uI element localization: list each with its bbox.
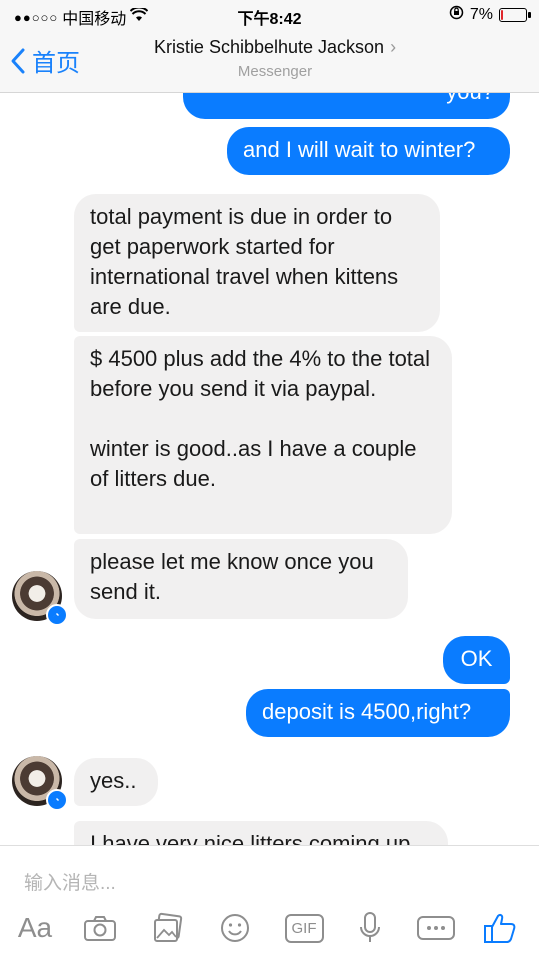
composer: 输入消息... Aa GIF bbox=[0, 845, 539, 961]
message-list[interactable]: you? and I will wait to winter? total pa… bbox=[0, 93, 539, 845]
message-outgoing[interactable]: OK bbox=[443, 636, 510, 684]
gif-label: GIF bbox=[291, 919, 317, 937]
battery-icon bbox=[499, 8, 531, 22]
gif-box: GIF bbox=[284, 913, 324, 943]
message-outgoing[interactable]: and I will wait to winter? bbox=[227, 127, 510, 175]
contact-name-button[interactable]: Kristie Schibbelhute Jackson › bbox=[130, 37, 420, 58]
message-incoming[interactable]: please let me know once you send it. bbox=[74, 539, 408, 619]
conversation-header: 首页 Kristie Schibbelhute Jackson › Messeng… bbox=[0, 30, 539, 93]
text-format-icon[interactable]: Aa bbox=[14, 908, 56, 948]
rotation-lock-icon bbox=[449, 5, 464, 25]
message-incoming[interactable]: $ 4500 plus add the 4% to the total befo… bbox=[74, 336, 452, 534]
gif-icon[interactable]: GIF bbox=[282, 908, 326, 948]
status-right: 7% bbox=[449, 5, 531, 25]
composer-toolbar: Aa GIF bbox=[0, 908, 539, 958]
back-label: 首页 bbox=[32, 50, 80, 77]
emoji-icon[interactable] bbox=[215, 908, 255, 948]
text-format-label: Aa bbox=[17, 912, 53, 943]
message-incoming[interactable]: total payment is due in order to get pap… bbox=[74, 194, 440, 332]
contact-name: Kristie Schibbelhute Jackson bbox=[153, 37, 385, 57]
status-bar: ●●○○○ 中国移动 下午8:42 7% bbox=[0, 0, 539, 30]
camera-icon[interactable] bbox=[80, 908, 120, 948]
battery-level-fill bbox=[501, 10, 503, 20]
back-button[interactable]: 首页 bbox=[10, 43, 80, 78]
messenger-badge-icon bbox=[46, 789, 68, 811]
message-outgoing[interactable]: you? bbox=[183, 93, 510, 119]
header-subtitle: Messenger bbox=[237, 63, 313, 80]
chevron-right-icon: › bbox=[390, 37, 397, 57]
message-input[interactable]: 输入消息... bbox=[24, 868, 116, 895]
message-incoming[interactable]: yes.. bbox=[74, 758, 158, 806]
photo-gallery-icon[interactable] bbox=[148, 908, 188, 948]
messenger-badge-icon bbox=[46, 604, 68, 626]
battery-percent: 7% bbox=[469, 6, 493, 23]
more-icon[interactable] bbox=[414, 908, 458, 948]
message-incoming[interactable]: I have very nice litters coming up bbox=[74, 821, 448, 845]
microphone-icon[interactable] bbox=[350, 908, 390, 948]
chevron-left-icon bbox=[11, 48, 25, 73]
like-icon[interactable] bbox=[480, 908, 520, 948]
message-outgoing[interactable]: deposit is 4500,right? bbox=[246, 689, 510, 737]
